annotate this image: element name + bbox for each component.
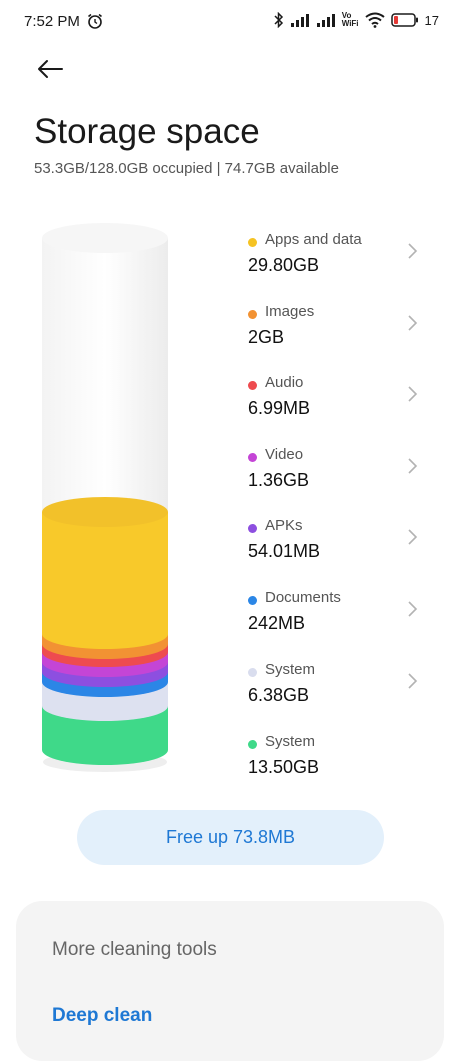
category-name: Audio xyxy=(265,374,304,391)
battery-level: 17 xyxy=(424,12,439,28)
category-size: 54.01MB xyxy=(248,541,321,561)
category-size: 6.38GB xyxy=(248,685,310,705)
wifi-icon xyxy=(364,12,385,28)
category-size: 29.80GB xyxy=(248,255,320,275)
category-color-dot xyxy=(248,668,257,677)
arrow-left-icon xyxy=(38,60,63,78)
category-size: 242MB xyxy=(248,613,306,633)
category-color-dot xyxy=(248,740,257,749)
category-size: 2GB xyxy=(248,327,285,347)
signal-icon-2 xyxy=(316,14,335,27)
category-apps-and-data[interactable]: Apps and data 29.80GB xyxy=(248,230,428,290)
tools-section-title: More cleaning tools xyxy=(52,939,217,960)
category-name: Images xyxy=(265,303,315,320)
category-images[interactable]: Images 2GB xyxy=(248,302,428,362)
status-bar: 7:52 PM Vo WiFi 17 xyxy=(0,0,461,44)
category-apks[interactable]: APKs 54.01MB xyxy=(248,516,428,576)
status-icons: Vo WiFi 17 xyxy=(274,12,439,28)
category-size: 1.36GB xyxy=(248,470,310,490)
vowifi-line2: WiFi xyxy=(341,19,359,28)
chevron-right-icon xyxy=(408,458,418,474)
category-name: System xyxy=(265,733,316,750)
category-documents[interactable]: Documents 242MB xyxy=(248,588,428,648)
chevron-right-icon xyxy=(408,386,418,402)
category-name: Video xyxy=(265,446,304,463)
category-color-dot xyxy=(248,524,257,533)
chevron-right-icon xyxy=(408,529,418,545)
cleaning-tools-card: More cleaning tools Deep clean xyxy=(16,901,444,1061)
chevron-right-icon xyxy=(408,243,418,259)
chevron-right-icon xyxy=(408,673,418,689)
category-color-dot xyxy=(248,310,257,319)
category-system-light[interactable]: System 6.38GB xyxy=(248,660,428,720)
chevron-right-icon xyxy=(408,601,418,617)
chevron-right-icon xyxy=(408,315,418,331)
category-size: 13.50GB xyxy=(248,757,320,777)
category-name: System xyxy=(265,661,316,678)
category-name: APKs xyxy=(265,517,303,534)
category-audio[interactable]: Audio 6.99MB xyxy=(248,373,428,433)
storage-cylinder xyxy=(42,223,168,772)
battery-icon xyxy=(390,13,418,27)
category-name: Apps and data xyxy=(265,231,362,248)
status-time: 7:52 PM xyxy=(24,13,80,30)
category-color-dot xyxy=(248,453,257,462)
category-video[interactable]: Video 1.36GB xyxy=(248,445,428,505)
storage-summary: 53.3GB/128.0GB occupied | 74.7GB availab… xyxy=(34,160,339,177)
category-color-dot xyxy=(248,596,257,605)
signal-icon xyxy=(290,14,309,27)
free-up-button[interactable]: Free up 73.8MB xyxy=(77,810,384,865)
page-title: Storage space xyxy=(34,112,260,151)
category-color-dot xyxy=(248,238,257,247)
bluetooth-icon xyxy=(274,12,283,28)
back-button[interactable] xyxy=(30,52,70,86)
alarm-icon xyxy=(88,13,102,29)
category-size: 6.99MB xyxy=(248,398,311,418)
category-color-dot xyxy=(248,381,257,390)
category-system: System 13.50GB xyxy=(248,732,428,792)
vowifi-label: Vo WiFi xyxy=(342,12,359,28)
category-name: Documents xyxy=(265,589,341,606)
